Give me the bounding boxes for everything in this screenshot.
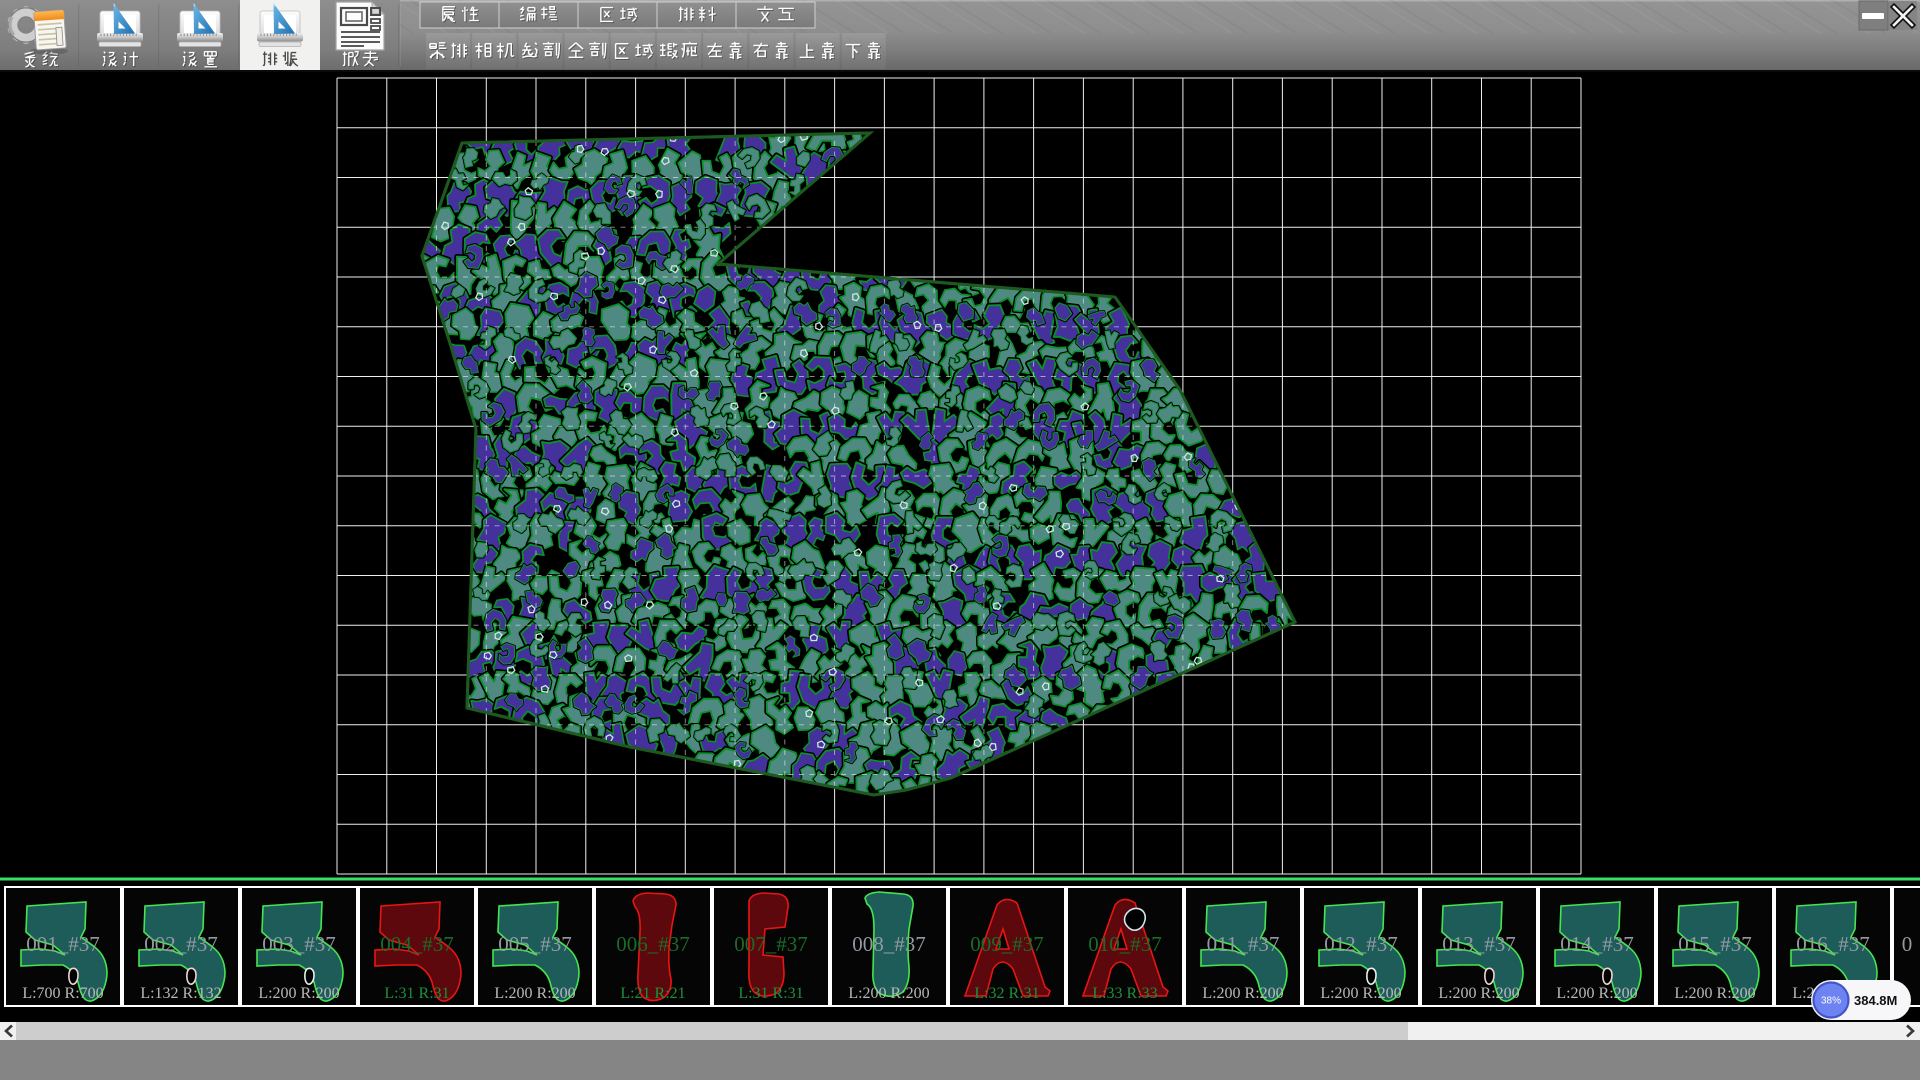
svg-text:006_#37: 006_#37 <box>616 932 690 956</box>
svg-text:010_#37: 010_#37 <box>1088 932 1162 956</box>
svg-text:L:200 R:200: L:200 R:200 <box>494 985 575 1002</box>
svg-text:005_#37: 005_#37 <box>498 932 572 956</box>
svg-text:011_#37: 011_#37 <box>1207 932 1280 956</box>
svg-text:007_#37: 007_#37 <box>734 932 808 956</box>
svg-text:L:200 R:200: L:200 R:200 <box>1556 985 1637 1002</box>
svg-text:001_#37: 001_#37 <box>26 932 100 956</box>
svg-text:009_#37: 009_#37 <box>970 932 1044 956</box>
svg-text:L:31 R:31: L:31 R:31 <box>384 985 449 1002</box>
svg-text:003_#37: 003_#37 <box>262 932 336 956</box>
svg-text:012_#37: 012_#37 <box>1324 932 1398 956</box>
svg-text:L:200 R:200: L:200 R:200 <box>1320 985 1401 1002</box>
svg-text:38%: 38% <box>1821 996 1841 1007</box>
svg-text:014_#37: 014_#37 <box>1560 932 1634 956</box>
svg-text:L:31 R:31: L:31 R:31 <box>738 985 803 1002</box>
svg-text:L:132 R:132: L:132 R:132 <box>140 985 221 1002</box>
svg-text:004_#37: 004_#37 <box>380 932 454 956</box>
svg-text:L:200 R:200: L:200 R:200 <box>1674 985 1755 1002</box>
svg-text:008_#37: 008_#37 <box>852 932 926 956</box>
svg-text:L:32 R:31: L:32 R:31 <box>974 985 1039 1002</box>
svg-text:016_#37: 016_#37 <box>1796 932 1870 956</box>
svg-text:L:33 R:33: L:33 R:33 <box>1092 985 1157 1002</box>
svg-text:L:200 R:200: L:200 R:200 <box>258 985 339 1002</box>
svg-text:L:700 R:700: L:700 R:700 <box>22 985 103 1002</box>
svg-text:L:200 R:200: L:200 R:200 <box>848 985 929 1002</box>
svg-text:384.8M: 384.8M <box>1854 993 1897 1008</box>
svg-text:015_#37: 015_#37 <box>1678 932 1752 956</box>
svg-text:0: 0 <box>1902 932 1913 956</box>
svg-text:013_#37: 013_#37 <box>1442 932 1516 956</box>
svg-text:L:200 R:200: L:200 R:200 <box>1202 985 1283 1002</box>
svg-text:L:21 R:21: L:21 R:21 <box>620 985 685 1002</box>
svg-text:002_#37: 002_#37 <box>144 932 218 956</box>
svg-text:L:200 R:200: L:200 R:200 <box>1438 985 1519 1002</box>
